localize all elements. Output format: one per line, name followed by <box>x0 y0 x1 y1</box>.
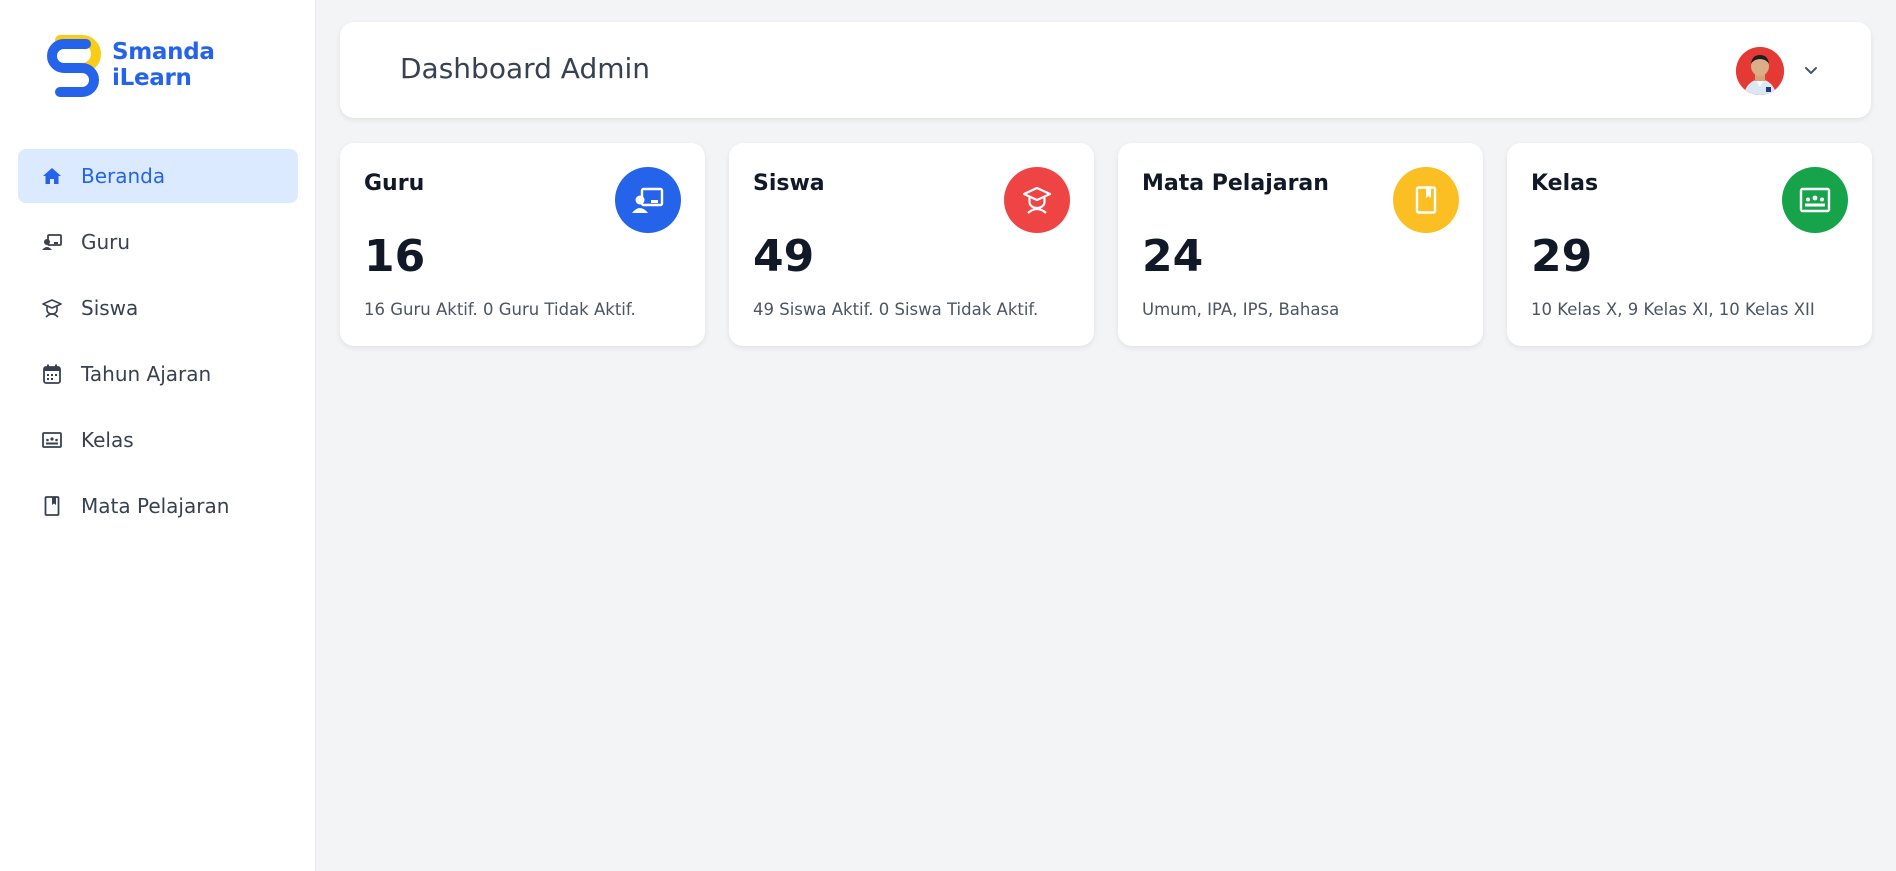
sidebar-item-label: Guru <box>81 230 131 254</box>
card-value: 16 <box>364 231 426 282</box>
avatar[interactable] <box>1736 47 1784 95</box>
student-icon <box>1004 167 1070 233</box>
card-value: 29 <box>1531 231 1593 282</box>
card-description: 49 Siswa Aktif. 0 Siswa Tidak Aktif. <box>753 300 1039 319</box>
page-title: Dashboard Admin <box>400 52 651 85</box>
sidebar-item-label: Beranda <box>81 164 166 188</box>
card-title: Guru <box>364 171 425 196</box>
brand-line-1: Smanda <box>112 39 215 65</box>
sidebar-item-beranda[interactable]: Beranda <box>18 149 298 203</box>
sidebar: Smanda iLearn Beranda Guru Siswa Tahun A… <box>0 0 316 871</box>
classroom-icon <box>42 430 62 450</box>
card-title: Kelas <box>1531 171 1599 196</box>
brand-name: Smanda iLearn <box>112 39 215 91</box>
stat-card-guru[interactable]: Guru 16 16 Guru Aktif. 0 Guru Tidak Akti… <box>340 143 705 346</box>
sidebar-item-siswa[interactable]: Siswa <box>18 281 298 335</box>
sidebar-item-mata-pelajaran[interactable]: Mata Pelajaran <box>18 479 298 533</box>
chevron-down-icon[interactable] <box>1801 60 1821 80</box>
card-description: 16 Guru Aktif. 0 Guru Tidak Aktif. <box>364 300 636 319</box>
sidebar-item-label: Kelas <box>81 428 134 452</box>
stat-card-siswa[interactable]: Siswa 49 49 Siswa Aktif. 0 Siswa Tidak A… <box>729 143 1094 346</box>
card-description: 10 Kelas X, 9 Kelas XI, 10 Kelas XII <box>1531 300 1815 319</box>
sidebar-item-label: Tahun Ajaran <box>81 362 212 386</box>
sidebar-item-label: Siswa <box>81 296 139 320</box>
book-icon <box>42 496 62 516</box>
stat-card-mata-pelajaran[interactable]: Mata Pelajaran 24 Umum, IPA, IPS, Bahasa <box>1118 143 1483 346</box>
brand-line-2: iLearn <box>112 65 192 91</box>
sidebar-item-label: Mata Pelajaran <box>81 494 230 518</box>
sidebar-item-guru[interactable]: Guru <box>18 215 298 269</box>
teacher-icon <box>615 167 681 233</box>
stat-card-kelas[interactable]: Kelas 29 10 Kelas X, 9 Kelas XI, 10 Kela… <box>1507 143 1872 346</box>
brand-logo[interactable]: Smanda iLearn <box>38 30 215 100</box>
sidebar-nav: Beranda Guru Siswa Tahun Ajaran Kelas Ma… <box>18 149 298 545</box>
classroom-icon <box>1782 167 1848 233</box>
calendar-icon <box>42 364 62 384</box>
logo-mark-icon <box>47 35 101 97</box>
top-header: Dashboard Admin <box>340 22 1871 118</box>
sidebar-item-tahun-ajaran[interactable]: Tahun Ajaran <box>18 347 298 401</box>
home-icon <box>42 166 62 186</box>
card-value: 49 <box>753 231 815 282</box>
student-icon <box>42 298 62 318</box>
sidebar-item-kelas[interactable]: Kelas <box>18 413 298 467</box>
stats-cards: Guru 16 16 Guru Aktif. 0 Guru Tidak Akti… <box>340 143 1872 346</box>
card-value: 24 <box>1142 231 1204 282</box>
card-title: Mata Pelajaran <box>1142 171 1329 196</box>
card-title: Siswa <box>753 171 825 196</box>
card-description: Umum, IPA, IPS, Bahasa <box>1142 300 1340 319</box>
teacher-icon <box>42 232 62 252</box>
book-icon <box>1393 167 1459 233</box>
